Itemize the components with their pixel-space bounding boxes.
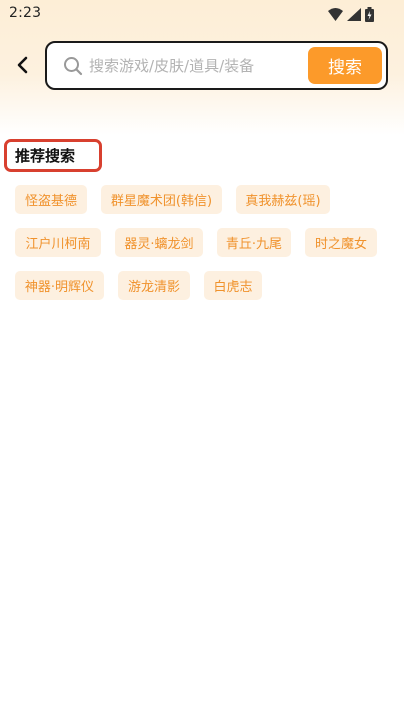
search-input[interactable] [89, 51, 299, 81]
tag-item[interactable]: 游龙清影 [118, 271, 190, 300]
search-bar: 搜索 [45, 41, 388, 90]
status-bar: 2:23 [0, 0, 404, 28]
tag-label: 白虎志 [213, 280, 253, 295]
status-time: 2:23 [9, 5, 42, 21]
tag-label: 游龙清影 [127, 280, 180, 295]
tag-label: 器灵·螭龙剑 [124, 237, 194, 252]
tag-item[interactable]: 神器·明辉仪 [15, 271, 104, 300]
tag-label: 真我赫兹(瑶) [245, 194, 321, 209]
tag-label: 群星魔术团(韩信) [110, 194, 213, 209]
tag-item[interactable]: 群星魔术团(韩信) [101, 185, 222, 214]
tag-item[interactable]: 江户川柯南 [15, 228, 101, 257]
battery-icon [365, 6, 374, 22]
tag-label: 神器·明辉仪 [24, 280, 95, 295]
signal-icon [347, 7, 361, 21]
search-icon [64, 57, 83, 76]
recommended-search-title-text: 推荐搜索 [15, 147, 76, 165]
chevron-left-icon [17, 56, 28, 74]
recommended-search-title: 推荐搜索 [4, 139, 102, 172]
tag-item[interactable]: 真我赫兹(瑶) [236, 185, 330, 214]
tag-item[interactable]: 白虎志 [204, 271, 262, 300]
back-button[interactable] [10, 52, 36, 78]
tag-item[interactable]: 器灵·螭龙剑 [115, 228, 203, 257]
tag-label: 时之魔女 [314, 237, 367, 252]
search-button[interactable]: 搜索 [308, 47, 382, 84]
tag-label: 青丘·九尾 [225, 237, 283, 252]
wifi-icon [328, 7, 343, 21]
status-icons [328, 6, 374, 22]
tag-item[interactable]: 时之魔女 [305, 228, 377, 257]
tag-label: 怪盗基德 [24, 194, 77, 209]
tag-item[interactable]: 怪盗基德 [15, 185, 87, 214]
tag-label: 江户川柯南 [25, 237, 91, 252]
search-screen: 2:23 搜索 推荐搜索 怪盗基德 [0, 0, 404, 718]
tag-item[interactable]: 青丘·九尾 [217, 228, 291, 257]
